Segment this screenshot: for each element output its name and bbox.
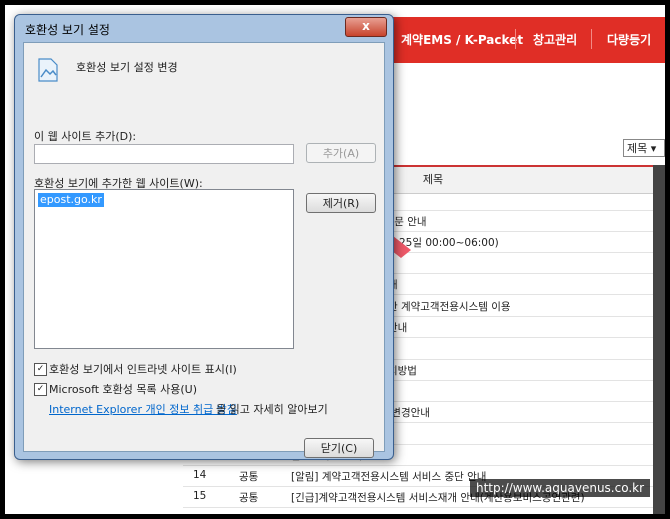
list-item[interactable]: epost.go.kr bbox=[38, 193, 104, 207]
watermark: http://www.aquavenus.co.kr bbox=[470, 479, 651, 497]
nav-warehouse[interactable]: 창고관리 bbox=[533, 31, 577, 48]
remove-button[interactable]: 제거(R) bbox=[306, 193, 376, 213]
close-icon[interactable]: x bbox=[345, 17, 387, 37]
sort-select[interactable]: 제목 ▾ bbox=[623, 139, 665, 157]
nav-separator bbox=[591, 29, 592, 49]
add-site-label: 이 웹 사이트 추가(D): bbox=[34, 130, 137, 143]
row-title[interactable]: [알림] 계약고객전용시스템 서비스 중단 안내 bbox=[291, 469, 486, 484]
site-top-nav: 계약EMS / K-Packet 창고관리 다량등기 bbox=[383, 17, 665, 63]
add-button[interactable]: 추가(A) bbox=[306, 143, 376, 163]
intranet-checkbox[interactable]: ✓ bbox=[34, 363, 47, 376]
row-number: 15 bbox=[193, 490, 207, 502]
row-category: 공통 bbox=[239, 471, 259, 483]
row-category: 공통 bbox=[239, 492, 259, 504]
scrollbar[interactable] bbox=[653, 165, 665, 514]
ms-list-checkbox[interactable]: ✓ bbox=[34, 383, 47, 396]
nav-separator bbox=[515, 29, 516, 49]
dialog-title: 호환성 보기 설정 bbox=[25, 23, 110, 37]
dialog-titlebar[interactable]: 호환성 보기 설정 x bbox=[15, 15, 393, 41]
intranet-checkbox-label: 호환성 보기에서 인트라넷 사이트 표시(I) bbox=[49, 363, 237, 376]
compat-view-dialog: 호환성 보기 설정 x 호환성 보기 설정 변경 이 웹 사이트 추가(D): … bbox=[14, 14, 394, 460]
privacy-link[interactable]: Internet Explorer 개인 정보 취급 방침 bbox=[49, 401, 237, 417]
sort-select-value: 제목 bbox=[627, 142, 648, 155]
dialog-client: 호환성 보기 설정 변경 이 웹 사이트 추가(D): 추가(A) 호환성 보기… bbox=[23, 42, 385, 458]
close-button[interactable]: 닫기(C) bbox=[304, 438, 374, 458]
row-number: 14 bbox=[193, 469, 207, 481]
privacy-rest-text: 을 읽고 자세히 알아보기 bbox=[216, 403, 328, 416]
dialog-header-text: 호환성 보기 설정 변경 bbox=[76, 61, 178, 74]
ms-list-checkbox-label: Microsoft 호환성 목록 사용(U) bbox=[49, 383, 198, 396]
nav-bulk-registered[interactable]: 다량등기 bbox=[607, 31, 651, 48]
nav-contract-ems[interactable]: 계약EMS / K-Packet bbox=[401, 31, 523, 48]
add-site-input[interactable] bbox=[34, 144, 294, 164]
compat-view-icon bbox=[38, 58, 58, 82]
site-listbox[interactable]: epost.go.kr bbox=[34, 189, 294, 349]
